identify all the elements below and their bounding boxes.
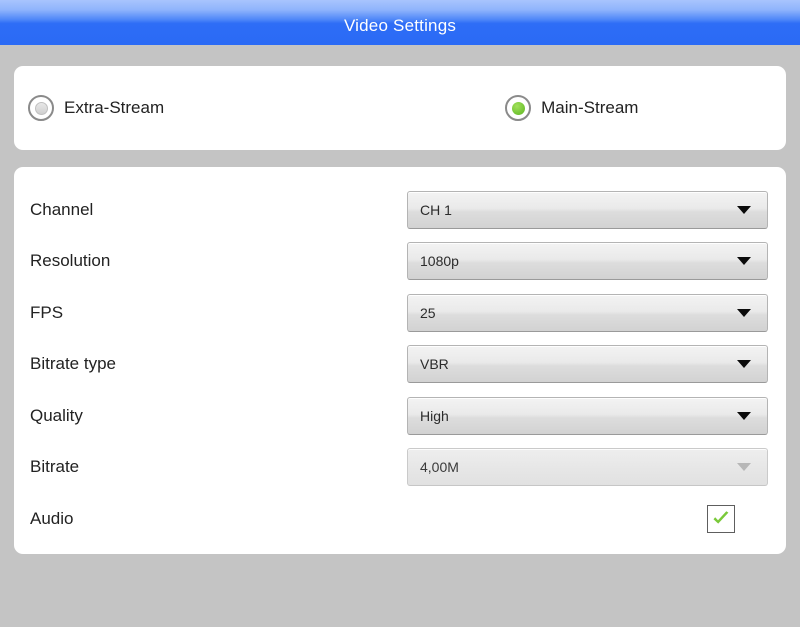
dropdown-bitrate: 4,00M	[407, 448, 768, 487]
setting-row-bitrate-type: Bitrate type VBR	[14, 339, 786, 391]
setting-row-fps: FPS 25	[14, 287, 786, 339]
setting-label-quality: Quality	[30, 405, 83, 425]
dropdown-value-bitrate: 4,00M	[420, 459, 459, 476]
radio-selected-icon	[505, 95, 532, 121]
radio-label-extra-stream: Extra-Stream	[64, 98, 165, 117]
dropdown-value-bitrate-type: VBR	[420, 356, 449, 373]
setting-label-audio: Audio	[30, 508, 74, 528]
settings-list: Channel CH 1 Resolution 1080p FPS 25 Bit…	[14, 184, 786, 545]
setting-label-resolution: Resolution	[30, 251, 111, 271]
chevron-down-icon	[737, 360, 751, 369]
setting-row-channel: Channel CH 1	[14, 184, 786, 236]
dropdown-value-fps: 25	[420, 304, 436, 321]
setting-row-bitrate: Bitrate 4,00M	[14, 442, 786, 494]
setting-label-fps: FPS	[30, 302, 64, 322]
setting-row-audio: Audio	[14, 493, 786, 545]
setting-label-bitrate: Bitrate	[30, 457, 80, 477]
setting-label-bitrate-type: Bitrate type	[30, 354, 116, 374]
page-title: Video Settings	[343, 16, 457, 35]
chevron-down-icon	[737, 463, 751, 472]
checkmark-icon	[713, 510, 729, 524]
stream-selector-card: Extra-Stream Main-Stream	[14, 66, 786, 150]
checkbox-audio[interactable]	[707, 504, 735, 533]
window-titlebar: Video Settings	[0, 0, 800, 45]
setting-row-resolution: Resolution 1080p	[14, 236, 786, 288]
dropdown-quality[interactable]: High	[407, 396, 768, 435]
chevron-down-icon	[737, 205, 751, 214]
setting-label-channel: Channel	[30, 199, 94, 219]
video-settings-card: Channel CH 1 Resolution 1080p FPS 25 Bit…	[14, 167, 786, 554]
radio-label-main-stream: Main-Stream	[541, 98, 639, 117]
dropdown-value-channel: CH 1	[420, 201, 452, 218]
dropdown-bitrate-type[interactable]: VBR	[407, 345, 768, 384]
dropdown-fps[interactable]: 25	[407, 293, 768, 332]
dropdown-resolution[interactable]: 1080p	[407, 242, 768, 281]
dropdown-value-resolution: 1080p	[420, 253, 459, 270]
chevron-down-icon	[737, 308, 751, 317]
stream-radio-group: Extra-Stream Main-Stream	[14, 66, 786, 150]
chevron-down-icon	[737, 411, 751, 420]
radio-option-main-stream[interactable]: Main-Stream	[505, 95, 638, 121]
dropdown-channel[interactable]: CH 1	[407, 190, 768, 229]
dropdown-value-quality: High	[420, 407, 449, 424]
radio-option-extra-stream[interactable]: Extra-Stream	[28, 95, 164, 121]
chevron-down-icon	[737, 257, 751, 266]
setting-row-quality: Quality High	[14, 390, 786, 442]
radio-unselected-icon	[28, 95, 54, 121]
